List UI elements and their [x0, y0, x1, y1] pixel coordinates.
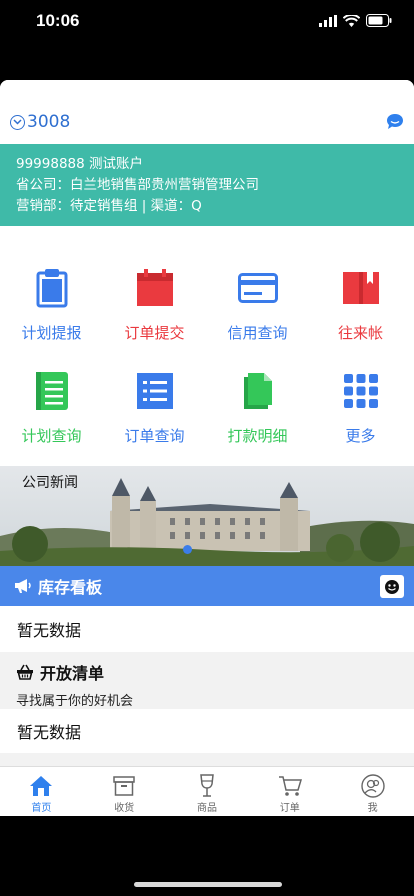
- bottom-tab-bar: 首页 收货 商品 订单 我: [0, 766, 414, 816]
- status-time: 10:06: [36, 11, 80, 30]
- open-list-empty-state: 暂无数据: [0, 709, 414, 753]
- tab-label: 收货: [114, 803, 135, 814]
- grid-label: 订单查询: [124, 427, 185, 445]
- grid-item-credit-query[interactable]: 信用查询: [206, 266, 309, 343]
- documents-icon: [243, 373, 272, 409]
- account-id: 3008: [27, 112, 71, 132]
- tab-label: 我: [367, 803, 378, 814]
- tab-receiving[interactable]: 收货: [83, 767, 166, 816]
- tab-products[interactable]: 商品: [166, 767, 249, 816]
- home-icon: [30, 776, 53, 796]
- tab-orders[interactable]: 订单: [248, 767, 331, 816]
- open-list-header: 开放清单 寻找属于你的好机会: [0, 652, 414, 709]
- tab-label: 订单: [279, 803, 300, 814]
- cart-icon: [278, 776, 302, 796]
- grid-label: 往来帐: [337, 324, 383, 342]
- grid-label: 信用查询: [227, 324, 288, 342]
- status-icons: [319, 14, 392, 27]
- inventory-empty-state: 暂无数据: [0, 606, 414, 652]
- box-icon: [113, 776, 135, 796]
- grid-label: 打款明细: [227, 427, 288, 445]
- list-icon: [136, 373, 173, 409]
- grid-item-more[interactable]: 更多: [309, 369, 412, 446]
- tab-me[interactable]: 我: [331, 767, 414, 816]
- inventory-board-title: 库存看板: [38, 578, 103, 597]
- grid-item-order-submit[interactable]: 订单提交: [103, 266, 206, 343]
- smiley-icon: [385, 579, 399, 594]
- grid-label: 计划提报: [21, 324, 82, 342]
- app-screen: 3008 99998888 测试账户 省公司：白兰地销售部贵州营销管理公司 营销…: [0, 80, 414, 816]
- chat-bubble-icon: [387, 114, 403, 129]
- user-icon: [360, 774, 385, 798]
- inventory-board-button[interactable]: [380, 575, 404, 598]
- sales-dept-line: 营销部：待定销售组 | 渠道：Q: [16, 198, 202, 214]
- company-news-banner[interactable]: 公司新闻: [0, 466, 414, 566]
- grid-dots-icon: [343, 374, 378, 408]
- wifi-icon: [343, 14, 360, 27]
- grid-label: 计划查询: [21, 427, 82, 445]
- grid-item-plan-submit[interactable]: 计划提报: [0, 266, 103, 343]
- account-switcher[interactable]: 3008: [10, 112, 70, 132]
- credit-card-icon: [237, 273, 278, 303]
- ledger-book-icon: [342, 272, 379, 304]
- grid-item-payment-detail[interactable]: 打款明细: [206, 369, 309, 446]
- grid-label: 更多: [345, 427, 376, 445]
- grid-item-plan-query[interactable]: 计划查询: [0, 369, 103, 446]
- tab-home[interactable]: 首页: [0, 767, 83, 816]
- grid-label: 订单提交: [124, 324, 185, 342]
- signal-icon: [319, 14, 337, 27]
- top-bar: 3008: [0, 80, 414, 144]
- home-indicator[interactable]: [134, 882, 282, 887]
- chevron-down-icon: [10, 114, 25, 130]
- grid-item-ledger[interactable]: 往来帐: [309, 266, 412, 343]
- province-company-line: 省公司：白兰地销售部贵州营销管理公司: [16, 177, 259, 193]
- open-list-subtitle: 寻找属于你的好机会: [16, 694, 134, 709]
- chat-button[interactable]: [386, 113, 404, 134]
- tab-label: 首页: [31, 803, 52, 814]
- tab-label: 商品: [196, 803, 217, 814]
- calendar-icon: [136, 269, 173, 306]
- status-bar: 10:06: [0, 0, 414, 44]
- battery-icon: [366, 14, 392, 27]
- news-title: 公司新闻: [22, 475, 78, 491]
- account-line: 99998888 测试账户: [16, 156, 144, 172]
- carousel-indicator: [183, 545, 192, 554]
- notebook-icon: [35, 372, 68, 410]
- basket-icon: [17, 664, 33, 680]
- wine-glass-icon: [200, 774, 214, 797]
- megaphone-icon: [15, 579, 31, 593]
- function-grid: 计划提报 订单提交 信用查询 往来帐 计划查询 订单查询 打款明细 更多: [0, 226, 414, 466]
- clipboard-icon: [36, 269, 67, 308]
- grid-item-order-query[interactable]: 订单查询: [103, 369, 206, 446]
- open-list-title: 开放清单: [40, 664, 105, 683]
- inventory-board-header: 库存看板: [0, 566, 414, 606]
- account-info-panel: 99998888 测试账户 省公司：白兰地销售部贵州营销管理公司 营销部：待定销…: [0, 144, 414, 226]
